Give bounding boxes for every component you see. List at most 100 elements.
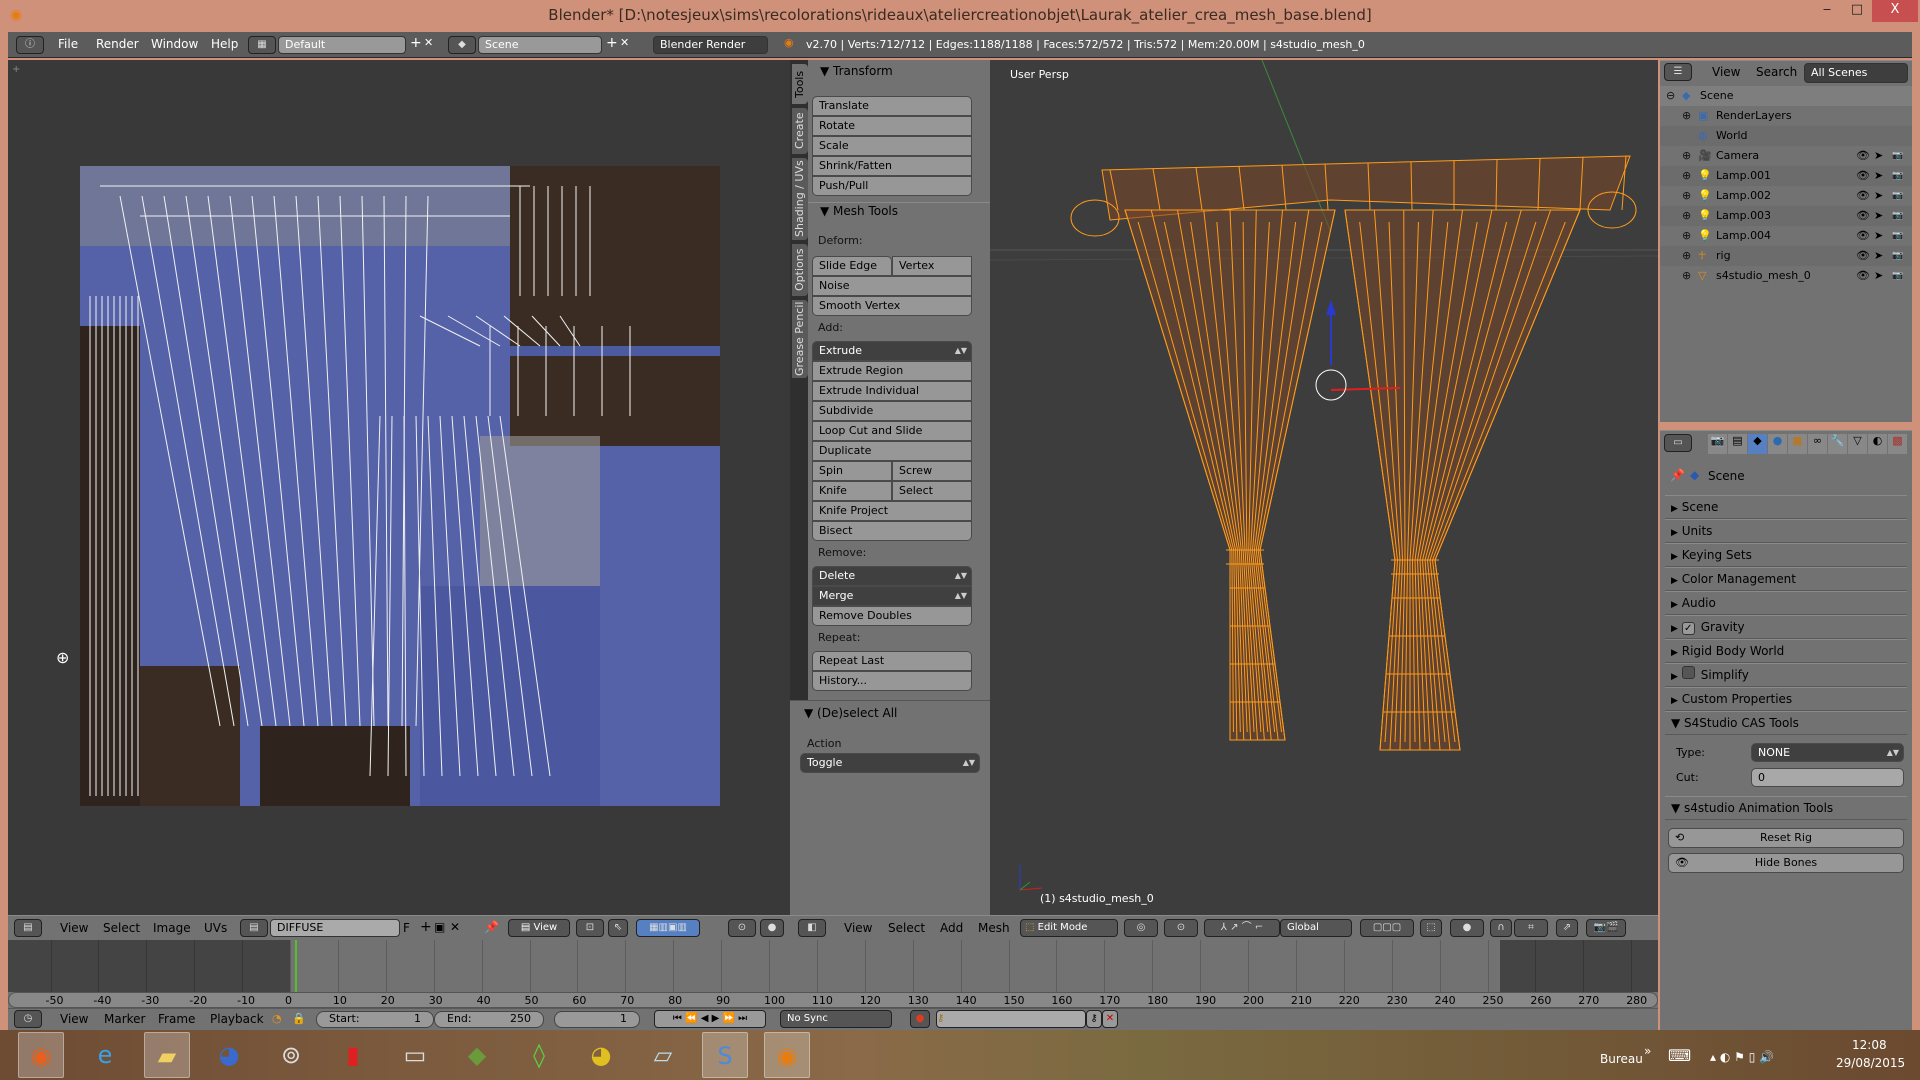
renderable-camera-icon[interactable]: 📷 xyxy=(1892,146,1903,166)
sync-selection-icon[interactable]: ⇖ xyxy=(608,919,628,937)
delete-keyframe-icon[interactable]: ✕ xyxy=(1102,1010,1118,1028)
uv-menu-image[interactable]: Image xyxy=(153,921,191,935)
3d-menu-add[interactable]: Add xyxy=(940,921,963,935)
menu-file[interactable]: File xyxy=(58,37,78,51)
expand-icon[interactable]: ⊕ xyxy=(1682,206,1691,226)
bisect-button[interactable]: Bisect xyxy=(812,521,972,541)
renderable-camera-icon[interactable]: 📷 xyxy=(1892,246,1903,266)
subdivide-button[interactable]: Subdivide xyxy=(812,401,972,421)
knife-button[interactable]: Knife xyxy=(812,481,892,501)
outliner-item-name[interactable]: rig xyxy=(1716,246,1731,266)
outliner-view-menu[interactable]: View xyxy=(1712,65,1740,79)
timeline-editor[interactable]: -50 -40 -30 -20 -10 0 10 20 30 40 50 60 70 80 90 100 110… xyxy=(8,940,1658,1030)
proportional-edit-icon[interactable]: ⊙ xyxy=(728,919,756,937)
delete-menu[interactable]: Delete ▲▼ xyxy=(812,566,972,586)
snap-icon[interactable]: ● xyxy=(760,919,784,937)
taskbar-thunderbird[interactable]: ◕ xyxy=(206,1032,252,1078)
outliner-search-menu[interactable]: Search xyxy=(1756,65,1797,79)
cut-input[interactable]: 0 xyxy=(1751,768,1904,787)
s4studio-animation-tools-header[interactable]: ▼ s4studio Animation Tools xyxy=(1665,796,1907,820)
constraints-tab-icon[interactable]: ∞ xyxy=(1808,434,1827,454)
3d-viewport[interactable]: User Persp (1) s4studio_mesh_0 xyxy=(990,60,1658,915)
expand-icon[interactable]: ⊕ xyxy=(1682,166,1691,186)
pin-image-icon[interactable]: 📌 xyxy=(484,920,499,934)
outliner-item[interactable]: ⊕ 💡 Lamp.003 👁 ➤ 📷 xyxy=(1660,206,1912,226)
extrude-region-button[interactable]: Extrude Region xyxy=(812,361,972,381)
properties-editor-type-icon[interactable]: ▭ xyxy=(1664,434,1692,452)
texture-tab-icon[interactable]: ▩ xyxy=(1888,434,1907,454)
render-animation-icon[interactable]: 📷🎬 xyxy=(1586,919,1626,937)
clock-time[interactable]: 12:08 xyxy=(1852,1038,1887,1052)
keyboard-icon[interactable]: ⌨ xyxy=(1668,1046,1691,1065)
panel-scene[interactable]: ▶ Scene xyxy=(1665,495,1907,519)
expand-icon[interactable]: ⊕ xyxy=(1682,226,1691,246)
visibility-eye-icon[interactable]: 👁 xyxy=(1856,166,1870,186)
renderable-camera-icon[interactable]: 📷 xyxy=(1892,186,1903,206)
outliner-item[interactable]: ⊖ ◆ Scene xyxy=(1660,86,1912,106)
timeline-editor-type-icon[interactable]: ◷ xyxy=(14,1010,42,1028)
modifiers-tab-icon[interactable]: 🔧 xyxy=(1828,434,1847,454)
3d-menu-view[interactable]: View xyxy=(844,921,872,935)
mesh-tools-panel-header[interactable]: ▼ Mesh Tools xyxy=(820,204,898,218)
outliner-item[interactable]: ◍ World xyxy=(1660,126,1912,146)
manipulator-icons[interactable]: ⅄ ↗ ⌒ ⌐ xyxy=(1204,919,1280,937)
tab-options[interactable]: Options xyxy=(792,244,808,296)
image-name-field[interactable]: DIFFUSE xyxy=(270,919,400,937)
rotate-button[interactable]: Rotate xyxy=(812,116,972,136)
visibility-eye-icon[interactable]: 👁 xyxy=(1856,186,1870,206)
scene-selector-icon[interactable]: ◆ xyxy=(448,36,476,54)
outliner-item[interactable]: ⊕ ▽ s4studio_mesh_0 👁 ➤ 📷 xyxy=(1660,266,1912,286)
panel-gravity[interactable]: ▶ ✓ Gravity xyxy=(1665,615,1907,639)
merge-menu[interactable]: Merge ▲▼ xyxy=(812,586,972,606)
smooth-vertex-button[interactable]: Smooth Vertex xyxy=(812,296,972,316)
selectable-cursor-icon[interactable]: ➤ xyxy=(1874,206,1883,226)
duplicate-button[interactable]: Duplicate xyxy=(812,441,972,461)
timeline-menu-view[interactable]: View xyxy=(60,1012,88,1026)
extrude-menu[interactable]: Extrude ▲▼ xyxy=(812,341,972,361)
outliner-item-name[interactable]: World xyxy=(1716,126,1748,146)
material-tab-icon[interactable]: ◐ xyxy=(1868,434,1887,454)
extrude-individual-button[interactable]: Extrude Individual xyxy=(812,381,972,401)
outliner-item[interactable]: ⊕ 💡 Lamp.001 👁 ➤ 📷 xyxy=(1660,166,1912,186)
visibility-eye-icon[interactable]: 👁 xyxy=(1856,246,1870,266)
editor-type-info-icon[interactable]: ⓘ xyxy=(16,36,44,54)
taskbar-internet-explorer[interactable]: e xyxy=(82,1032,128,1078)
uv-select-mode-icons[interactable]: ▦▥▣▥ xyxy=(636,919,700,937)
taskbar-minecraft[interactable]: ◆ xyxy=(454,1032,500,1078)
panel-audio[interactable]: ▶ Audio xyxy=(1665,591,1907,615)
playback-controls[interactable]: ⏮ ⏪ ◀ ▶ ⏩ ⏭ xyxy=(654,1010,766,1028)
panel-color-management[interactable]: ▶ Color Management xyxy=(1665,567,1907,591)
taskbar-sims4[interactable]: ◊ xyxy=(516,1032,562,1078)
add-scene-icon[interactable]: + xyxy=(606,35,618,51)
taskbar-s4studio[interactable]: S xyxy=(702,1032,748,1078)
opengl-render-icon[interactable]: ⇗ xyxy=(1556,919,1578,937)
taskbar-file-explorer[interactable]: ▰ xyxy=(144,1032,190,1078)
panel-simplify[interactable]: ▶ Simplify xyxy=(1665,663,1907,687)
vertex-slide-button[interactable]: Vertex xyxy=(892,256,972,276)
slide-edge-button[interactable]: Slide Edge xyxy=(812,256,892,276)
menu-render[interactable]: Render xyxy=(96,37,139,51)
keying-set-field[interactable]: ⚷ xyxy=(936,1010,1086,1028)
menu-help[interactable]: Help xyxy=(211,37,238,51)
visibility-eye-icon[interactable]: 👁 xyxy=(1856,226,1870,246)
expand-icon[interactable]: ⊖ xyxy=(1666,86,1675,106)
expand-icon[interactable]: ⊕ xyxy=(1682,186,1691,206)
noise-button[interactable]: Noise xyxy=(812,276,972,296)
render-engine-select[interactable]: Blender Render xyxy=(653,36,768,54)
tray-icons[interactable]: ▴ ◐ ⚑ ▯ 🔊 xyxy=(1710,1050,1774,1064)
outliner-item-name[interactable]: RenderLayers xyxy=(1716,106,1792,126)
new-image-icon[interactable]: + xyxy=(420,919,432,935)
close-button[interactable]: X xyxy=(1872,0,1918,22)
timeline-menu-frame[interactable]: Frame xyxy=(158,1012,195,1026)
spin-button[interactable]: Spin xyxy=(812,461,892,481)
deselect-all-panel-header[interactable]: ▼ (De)select All xyxy=(804,706,897,720)
select-mode-icons[interactable]: ▢▢▢ xyxy=(1360,919,1414,937)
visibility-eye-icon[interactable]: 👁 xyxy=(1856,266,1870,286)
data-tab-icon[interactable]: ▽ xyxy=(1848,434,1867,454)
translate-button[interactable]: Translate xyxy=(812,96,972,116)
tab-grease-pencil[interactable]: Grease Pencil xyxy=(792,300,808,378)
taskbar-app-icon[interactable]: ▮ xyxy=(330,1032,376,1078)
add-layout-icon[interactable]: + xyxy=(410,35,422,51)
renderable-camera-icon[interactable]: 📷 xyxy=(1892,266,1903,286)
2d-cursor-icon[interactable]: ⊕ xyxy=(56,648,69,667)
